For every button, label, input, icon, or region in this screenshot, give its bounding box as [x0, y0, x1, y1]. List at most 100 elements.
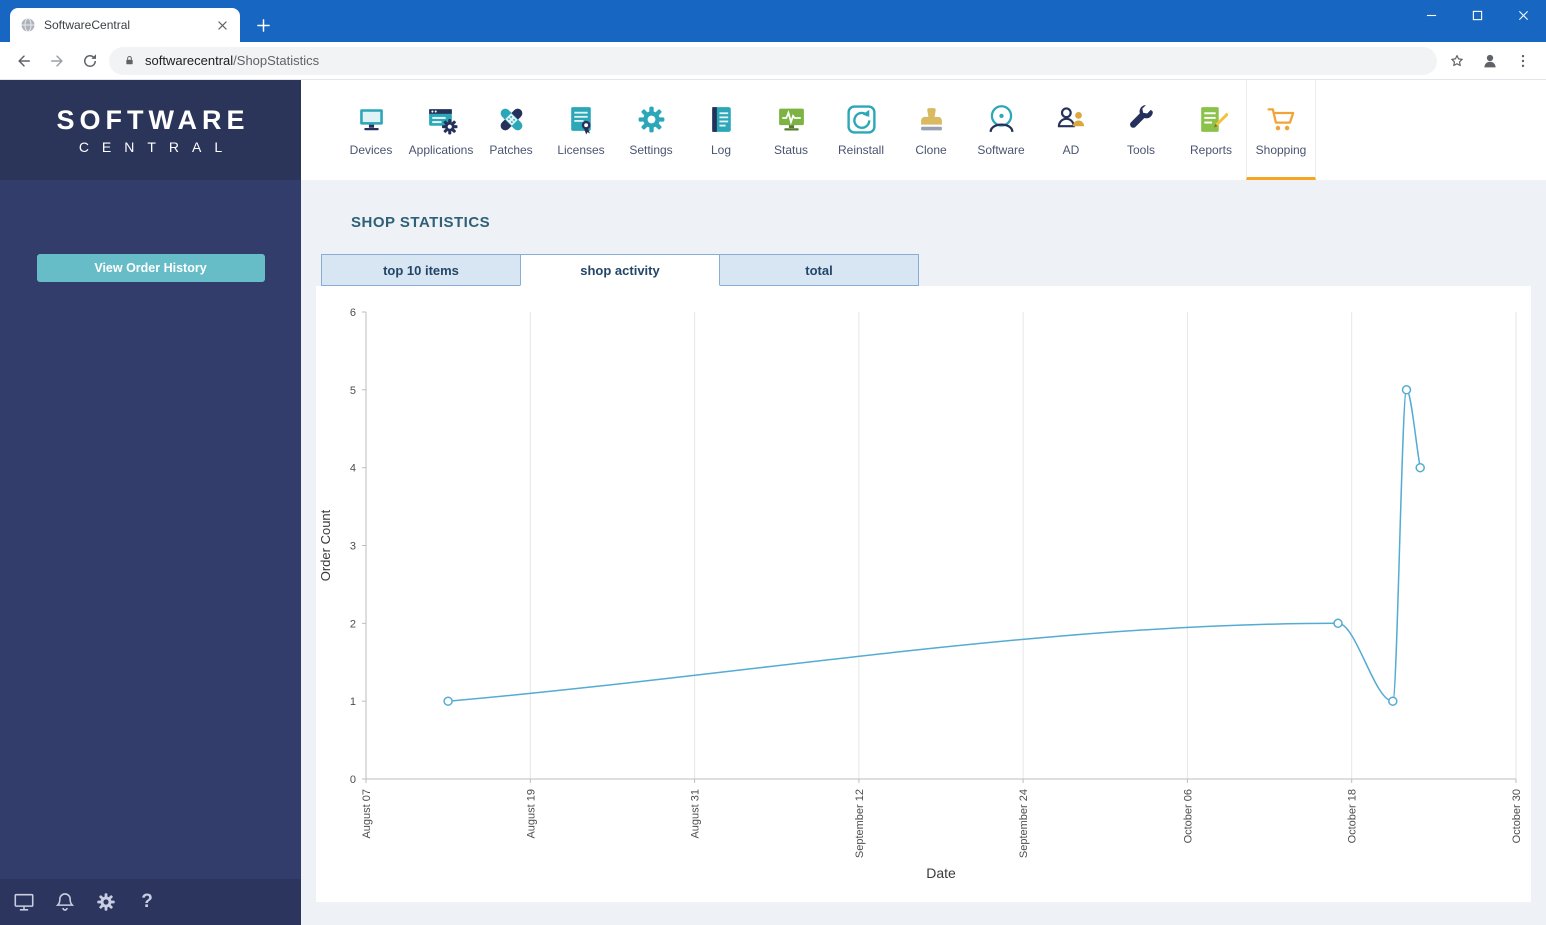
- nav-item-label: Reports: [1189, 143, 1233, 157]
- nav-item-ad[interactable]: AD: [1036, 80, 1106, 180]
- close-button[interactable]: [1500, 0, 1546, 30]
- nav-item-label: Status: [773, 143, 809, 157]
- svg-text:August 19: August 19: [525, 789, 537, 839]
- nav-item-tools[interactable]: Tools: [1106, 80, 1176, 180]
- svg-text:4: 4: [350, 463, 356, 475]
- window-controls: [1408, 0, 1546, 30]
- svg-text:6: 6: [350, 307, 356, 319]
- nav-item-reports[interactable]: Reports: [1176, 80, 1246, 180]
- nav-item-applications[interactable]: Applications: [406, 80, 476, 180]
- svg-text:August 31: August 31: [690, 789, 702, 839]
- nav-item-settings[interactable]: Settings: [616, 80, 686, 180]
- nav-item-label: Licenses: [557, 143, 605, 157]
- url-path: /ShopStatistics: [233, 53, 320, 68]
- tab-top-10-items[interactable]: top 10 items: [321, 254, 521, 286]
- tools-icon: [1125, 103, 1158, 136]
- tab-favicon-icon: [20, 17, 36, 33]
- tab-title: SoftwareCentral: [44, 18, 131, 32]
- forward-button[interactable]: [43, 47, 70, 74]
- page-title: SHOP STATISTICS: [351, 214, 491, 231]
- new-tab-button[interactable]: [250, 12, 276, 38]
- shop-activity-chart: 0 1 2 3 4 5 6 August 07 August 19 August 31 Septem…: [318, 307, 1523, 881]
- view-order-history-button[interactable]: View Order History: [36, 254, 265, 282]
- app-logo: SOFTWARE CENTRAL: [0, 80, 301, 180]
- log-icon: [705, 103, 738, 136]
- tab-total[interactable]: total: [719, 254, 919, 286]
- nav-item-shopping[interactable]: Shopping: [1246, 80, 1316, 180]
- svg-text:Order Count: Order Count: [318, 509, 333, 581]
- status-icon: [775, 103, 808, 136]
- main-content: Devices Applications Patches Licenses Settin…: [301, 80, 1546, 925]
- browser-window: SoftwareCentral softwarecentral/ShopStat…: [0, 0, 1546, 925]
- svg-text:3: 3: [350, 541, 356, 553]
- notifications-icon[interactable]: [54, 891, 76, 913]
- back-button[interactable]: [10, 47, 37, 74]
- stats-tabs: top 10 items shop activity total: [321, 254, 1546, 286]
- svg-text:5: 5: [350, 385, 356, 397]
- reports-icon: [1195, 103, 1228, 136]
- minimize-button[interactable]: [1408, 0, 1454, 30]
- clone-icon: [915, 103, 948, 136]
- svg-text:September 12: September 12: [854, 789, 866, 858]
- svg-text:Date: Date: [926, 865, 956, 881]
- svg-text:2: 2: [350, 618, 356, 630]
- applications-icon: [425, 103, 458, 136]
- svg-text:October 18: October 18: [1347, 789, 1359, 843]
- nav-item-software[interactable]: Software: [966, 80, 1036, 180]
- browser-toolbar: softwarecentral/ShopStatistics: [0, 42, 1546, 80]
- sidebar-bottom-bar: ?: [0, 879, 301, 925]
- nav-item-label: Reinstall: [837, 143, 885, 157]
- licenses-icon: [565, 103, 598, 136]
- devices-icon: [355, 103, 388, 136]
- nav-item-label: Software: [977, 143, 1025, 157]
- settings-icon[interactable]: [95, 891, 117, 913]
- reinstall-icon: [845, 103, 878, 136]
- browser-titlebar: SoftwareCentral: [0, 0, 1546, 42]
- app-frame: SOFTWARE CENTRAL View Order History ? De…: [0, 80, 1546, 925]
- top-nav: Devices Applications Patches Licenses Settin…: [301, 80, 1546, 180]
- nav-item-label: AD: [1062, 143, 1080, 157]
- browser-menu-icon[interactable]: [1509, 47, 1536, 74]
- nav-item-status[interactable]: Status: [756, 80, 826, 180]
- nav-item-label: Devices: [349, 143, 393, 157]
- logo-line2: CENTRAL: [78, 139, 236, 155]
- maximize-button[interactable]: [1454, 0, 1500, 30]
- shopping-icon: [1265, 103, 1298, 136]
- url-domain: softwarecentral: [145, 53, 234, 68]
- tab-close-icon[interactable]: [214, 17, 230, 33]
- profile-avatar-icon[interactable]: [1476, 47, 1503, 74]
- address-bar[interactable]: softwarecentral/ShopStatistics: [109, 46, 1437, 75]
- svg-text:August 07: August 07: [361, 789, 373, 839]
- software-icon: [985, 103, 1018, 136]
- nav-item-licenses[interactable]: Licenses: [546, 80, 616, 180]
- nav-item-label: Tools: [1126, 143, 1155, 157]
- bookmark-star-icon[interactable]: [1443, 47, 1470, 74]
- url-text: softwarecentral/ShopStatistics: [145, 53, 319, 68]
- nav-item-label: Patches: [489, 143, 533, 157]
- nav-item-devices[interactable]: Devices: [336, 80, 406, 180]
- svg-text:0: 0: [350, 774, 356, 786]
- nav-item-label: Shopping: [1255, 143, 1307, 157]
- nav-item-label: Settings: [629, 143, 673, 157]
- shop-statistics-page: SHOP STATISTICS top 10 items shop activit…: [301, 180, 1546, 925]
- ad-icon: [1055, 103, 1088, 136]
- patches-icon: [495, 103, 528, 136]
- nav-item-label: Applications: [408, 143, 474, 157]
- reload-button[interactable]: [76, 47, 103, 74]
- settings-icon: [635, 103, 668, 136]
- nav-item-patches[interactable]: Patches: [476, 80, 546, 180]
- nav-item-log[interactable]: Log: [686, 80, 756, 180]
- lock-icon: [123, 54, 136, 67]
- svg-text:October 06: October 06: [1182, 789, 1194, 843]
- svg-text:October 30: October 30: [1511, 789, 1523, 843]
- nav-item-reinstall[interactable]: Reinstall: [826, 80, 896, 180]
- help-icon[interactable]: ?: [136, 891, 158, 913]
- svg-text:1: 1: [350, 696, 356, 708]
- browser-tab[interactable]: SoftwareCentral: [10, 8, 240, 42]
- nav-item-label: Log: [710, 143, 732, 157]
- nav-item-clone[interactable]: Clone: [896, 80, 966, 180]
- chart-panel: 0 1 2 3 4 5 6 August 07 August 19 August 31 Septem…: [316, 286, 1531, 902]
- tab-shop-activity[interactable]: shop activity: [520, 254, 720, 286]
- computer-icon[interactable]: [13, 891, 35, 913]
- logo-line1: SOFTWARE: [56, 105, 250, 135]
